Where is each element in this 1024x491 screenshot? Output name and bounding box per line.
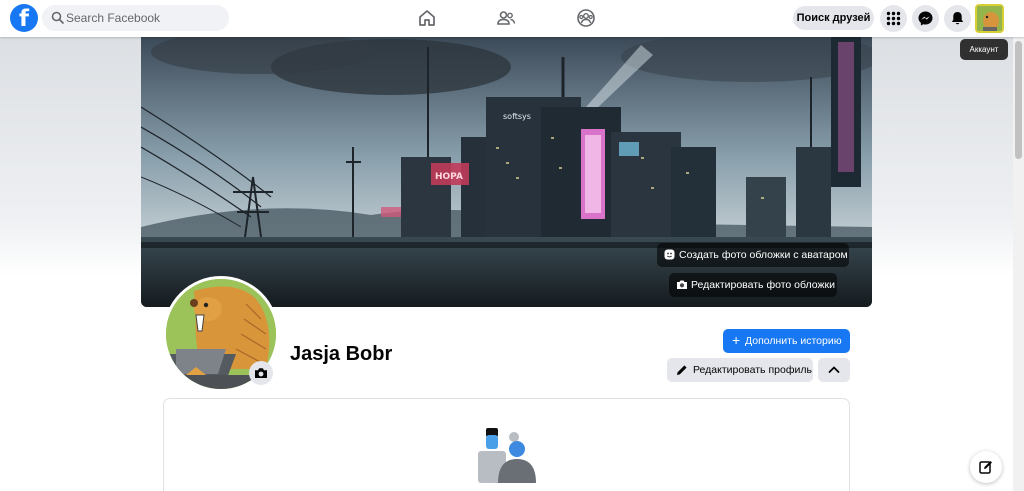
add-to-story-button[interactable]: + Дополнить историю — [723, 329, 850, 353]
beaver-avatar-icon — [977, 6, 1002, 31]
find-friends-button[interactable]: Поиск друзей — [793, 6, 874, 30]
pencil-icon — [677, 365, 687, 375]
scrollbar-thumb[interactable] — [1015, 41, 1022, 159]
new-message-button[interactable] — [970, 451, 1002, 483]
search-input[interactable] — [66, 5, 224, 31]
collapse-button[interactable] — [818, 358, 850, 382]
edit-cover-photo-button[interactable]: Редактировать фото обложки — [669, 273, 837, 297]
hopa-neon-sign: HOPA — [435, 172, 463, 182]
account-avatar[interactable] — [975, 4, 1004, 33]
facebook-logo[interactable]: f — [10, 4, 38, 32]
create-avatar-cover-button[interactable]: Создать фото обложки с аватаром — [657, 243, 849, 267]
edit-cover-photo-label: Редактировать фото обложки — [691, 279, 835, 291]
friends-icon[interactable] — [496, 8, 516, 28]
camera-icon — [255, 368, 267, 378]
change-profile-picture-button[interactable] — [249, 361, 273, 385]
messenger-icon — [918, 11, 933, 26]
add-to-story-label: Дополнить историю — [745, 335, 842, 347]
facebook-logo-letter: f — [18, 6, 29, 32]
account-tooltip: Аккаунт — [960, 39, 1008, 60]
search-icon — [51, 11, 64, 24]
groups-icon[interactable] — [576, 8, 596, 28]
search-box[interactable] — [42, 5, 229, 31]
page-scrollbar[interactable] — [1013, 37, 1024, 491]
menu-button[interactable] — [880, 5, 907, 32]
profile-intro-card — [163, 398, 850, 491]
edit-profile-button[interactable]: Редактировать профиль — [667, 358, 813, 382]
avatar-sticker-icon — [664, 249, 675, 260]
profile-name: Jasja Bobr — [290, 343, 393, 365]
menu-grid-icon — [886, 11, 901, 26]
plus-icon: + — [732, 332, 741, 348]
notifications-button[interactable] — [944, 5, 971, 32]
people-illustration-icon — [478, 428, 536, 483]
home-icon[interactable] — [417, 8, 437, 28]
chevron-up-icon — [828, 366, 840, 373]
compose-icon — [979, 461, 992, 474]
camera-icon — [677, 280, 687, 289]
top-navigation-bar: f Поиск друзей — [0, 0, 1024, 37]
messenger-button[interactable] — [912, 5, 939, 32]
softsys-sign: softsys — [503, 112, 531, 121]
create-avatar-cover-label: Создать фото обложки с аватаром — [679, 249, 848, 261]
edit-profile-label: Редактировать профиль — [693, 364, 812, 376]
bell-icon — [951, 12, 964, 25]
